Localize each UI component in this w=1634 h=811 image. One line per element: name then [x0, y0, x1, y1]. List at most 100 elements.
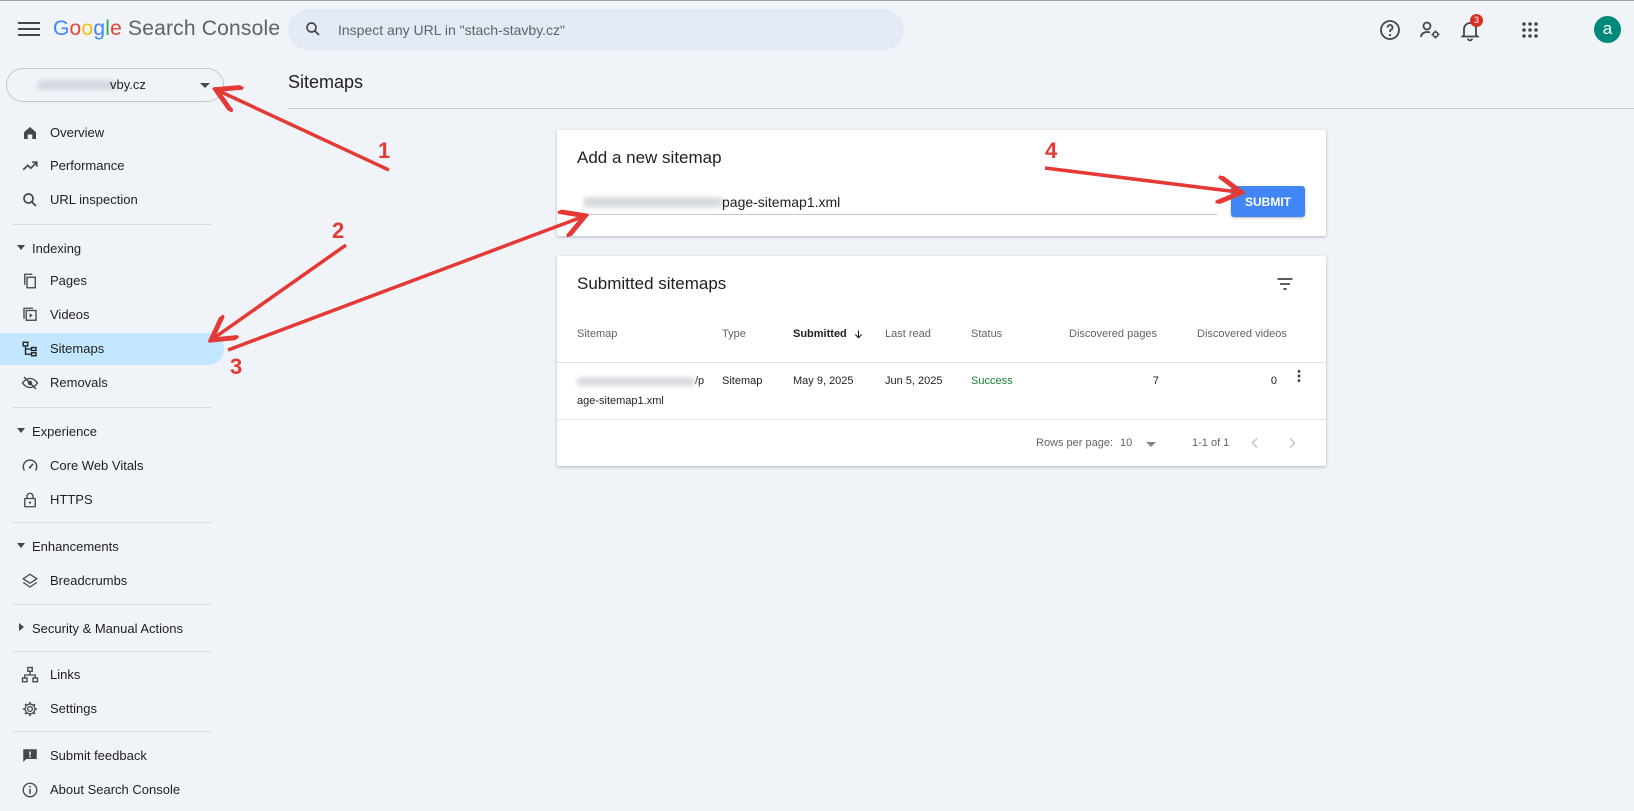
sitemap-url-field[interactable] [577, 190, 1217, 215]
chevron-right-icon[interactable] [1284, 435, 1300, 451]
annotation-label-2: 2 [332, 218, 345, 243]
sidebar-section-label: Experience [32, 424, 98, 439]
trending-up-icon [22, 161, 38, 171]
status-badge: Success [971, 375, 1013, 387]
column-header-sitemap[interactable]: Sitemap [577, 328, 617, 340]
sidebar-item-removals[interactable]: Removals [0, 367, 224, 399]
sidebar-item-label: Performance [50, 158, 125, 173]
sidebar-item-sitemaps[interactable]: Sitemaps [0, 333, 224, 365]
sidebar-item-breadcrumbs[interactable]: Breadcrumbs [0, 565, 224, 597]
logo-letter: e [110, 17, 122, 40]
more-vert-icon[interactable] [1291, 368, 1307, 384]
property-selector[interactable]: vby.cz [6, 68, 224, 102]
sidebar-item-core-web-vitals[interactable]: Core Web Vitals [0, 450, 224, 482]
url-inspection-search[interactable] [288, 9, 904, 50]
collapse-arrow-icon [17, 245, 25, 250]
pagination-range: 1-1 of 1 [1192, 437, 1230, 449]
cell-last-read: Jun 5, 2025 [885, 375, 943, 387]
column-header-discovered-pages[interactable]: Discovered pages [1069, 328, 1157, 340]
column-header-discovered-videos[interactable]: Discovered videos [1197, 328, 1287, 340]
videos-icon [23, 307, 37, 321]
sitemap-path-text: /p [695, 375, 705, 387]
sidebar-item-videos[interactable]: Videos [0, 299, 224, 331]
logo-product-name: Search Console [127, 17, 281, 40]
column-header-status[interactable]: Status [971, 328, 1002, 340]
logo-letter: g [93, 17, 106, 40]
sidebar-section-indexing[interactable]: Indexing [0, 233, 224, 263]
visibility-off-icon [21, 376, 39, 390]
column-header-label: Submitted [793, 328, 847, 340]
sidebar-item-performance[interactable]: Performance [0, 150, 224, 182]
sitemap-icon [22, 341, 37, 357]
avatar[interactable]: a [1594, 16, 1621, 43]
manage-users-icon[interactable] [1418, 18, 1442, 42]
apps-grid-icon[interactable] [1518, 18, 1542, 42]
logo-letter: o [69, 17, 82, 40]
sidebar-section-enhancements[interactable]: Enhancements [0, 531, 224, 561]
row-divider [557, 419, 1326, 420]
submit-button[interactable]: SUBMIT [1231, 186, 1305, 217]
sidebar-divider [12, 522, 212, 523]
annotation-arrow-1 [219, 91, 390, 172]
pages-icon [24, 273, 36, 289]
sidebar-section-label: Enhancements [32, 539, 119, 554]
card-heading: Add a new sitemap [577, 148, 722, 167]
title-divider [288, 108, 1634, 109]
collapse-arrow-icon [17, 543, 25, 548]
help-icon[interactable] [1378, 18, 1402, 42]
header-divider [557, 362, 1326, 363]
sitemap-url-input[interactable] [577, 192, 1217, 212]
annotation-arrow-3 [227, 217, 582, 352]
redacted-text [37, 80, 117, 90]
sidebar-item-label: Links [50, 667, 81, 682]
cell-discovered-pages: 7 [1152, 375, 1159, 387]
sidebar-item-label: Videos [50, 307, 90, 322]
rows-per-page-select[interactable]: 10 [1120, 432, 1166, 452]
sidebar-item-label: URL inspection [50, 192, 138, 207]
sidebar-divider [12, 651, 212, 652]
annotation-arrow-2 [214, 243, 348, 338]
sidebar-divider [12, 407, 212, 408]
cell-submitted: May 9, 2025 [793, 375, 854, 387]
sidebar-item-https[interactable]: HTTPS [0, 484, 224, 516]
sidebar-divider [12, 224, 212, 225]
sidebar-section-experience[interactable]: Experience [0, 416, 224, 446]
annotation-label-4: 4 [1045, 138, 1058, 163]
menu-icon[interactable] [18, 18, 40, 40]
collapse-arrow-icon [17, 428, 25, 433]
product-logo[interactable]: Google Search Console [53, 17, 280, 41]
column-header-type[interactable]: Type [722, 328, 746, 340]
sidebar-item-links[interactable]: Links [0, 659, 224, 691]
sidebar-item-label: Settings [50, 701, 97, 716]
logo-letter: G [53, 17, 70, 40]
dropdown-arrow-icon [1146, 442, 1156, 447]
annotation-label-1: 1 [378, 138, 391, 163]
sidebar-item-label: Sitemaps [50, 341, 105, 356]
chevron-left-icon[interactable] [1247, 435, 1263, 451]
sidebar-item-label: Submit feedback [50, 748, 147, 763]
submitted-sitemaps-card: Submitted sitemaps Sitemap Type Submitte… [557, 256, 1326, 466]
column-header-last-read[interactable]: Last read [885, 328, 931, 340]
top-app-bar: GoogleSearch Console 3 a [0, 0, 1634, 59]
notifications-icon[interactable]: 3 [1458, 14, 1483, 42]
sidebar-item-submit-feedback[interactable]: Submit feedback [0, 740, 224, 772]
layers-icon [22, 573, 38, 588]
search-input[interactable] [336, 19, 880, 41]
sidebar-divider [12, 731, 212, 732]
lock-icon [24, 492, 36, 508]
filter-icon[interactable] [1275, 274, 1295, 294]
sidebar-item-label: Breadcrumbs [50, 573, 128, 588]
sidebar-item-pages[interactable]: Pages [0, 265, 224, 297]
add-sitemap-card: Add a new sitemap SUBMIT [557, 130, 1326, 236]
sidebar-item-label: Core Web Vitals [50, 458, 144, 473]
column-header-submitted[interactable]: Submitted [793, 328, 864, 340]
search-icon [23, 193, 37, 207]
sidebar-item-label: About Search Console [50, 782, 181, 797]
sidebar-item-about[interactable]: About Search Console [0, 774, 224, 806]
sidebar-item-settings[interactable]: Settings [0, 693, 224, 725]
sidebar-item-overview[interactable]: Overview [0, 117, 224, 149]
sidebar-item-label: Pages [50, 273, 87, 288]
sidebar-item-url-inspection[interactable]: URL inspection [0, 184, 224, 216]
home-icon [24, 127, 36, 139]
sidebar-section-security[interactable]: Security & Manual Actions [0, 613, 224, 643]
